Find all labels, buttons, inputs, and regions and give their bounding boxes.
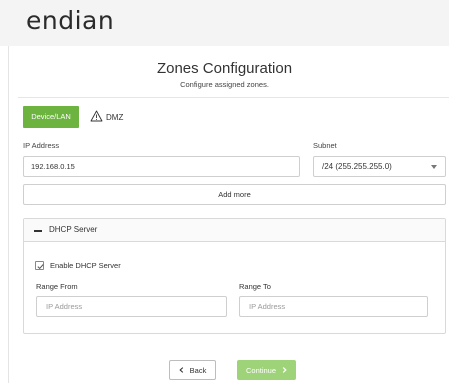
app-header: endian: [0, 0, 449, 46]
range-to-label: Range To: [239, 282, 271, 291]
range-from-input[interactable]: IP Address: [36, 296, 227, 317]
continue-button[interactable]: Continue: [237, 360, 296, 380]
chevron-right-icon: [282, 367, 287, 373]
chevron-left-icon: [179, 367, 183, 373]
subnet-select-value: /24 (255.255.255.0): [322, 162, 392, 171]
chevron-down-icon: [431, 165, 437, 169]
page-title: Zones Configuration: [156, 60, 293, 77]
range-to-input[interactable]: IP Address: [239, 296, 428, 317]
subnet-label: Subnet: [313, 141, 337, 150]
dhcp-panel-title: DHCP Server: [49, 225, 98, 234]
checkmark-icon: [37, 264, 44, 270]
enable-dhcp-label[interactable]: Enable DHCP Server: [50, 261, 121, 270]
continue-button-label: Continue: [245, 365, 277, 375]
page-subtitle: Configure assigned zones.: [180, 80, 269, 89]
header-divider: [18, 97, 449, 98]
endian-logo: endian: [26, 6, 115, 35]
collapse-minus-icon: [34, 230, 42, 232]
tab-dmz-label: DMZ: [106, 112, 124, 122]
add-more-button[interactable]: Add more: [23, 184, 446, 205]
back-button-label: Back: [189, 365, 207, 375]
tab-dmz[interactable]: DMZ: [90, 110, 123, 124]
dhcp-panel-header[interactable]: DHCP Server: [24, 219, 445, 242]
back-button[interactable]: Back: [169, 360, 216, 380]
enable-dhcp-checkbox[interactable]: [35, 261, 44, 270]
warning-icon: [90, 110, 103, 124]
ip-address-label: IP Address: [23, 141, 60, 150]
tab-device-lan[interactable]: Device/LAN: [23, 106, 79, 128]
subnet-select[interactable]: /24 (255.255.255.0): [313, 156, 446, 177]
range-from-label: Range From: [36, 282, 78, 291]
ip-address-input[interactable]: 192.168.0.15: [23, 156, 300, 177]
